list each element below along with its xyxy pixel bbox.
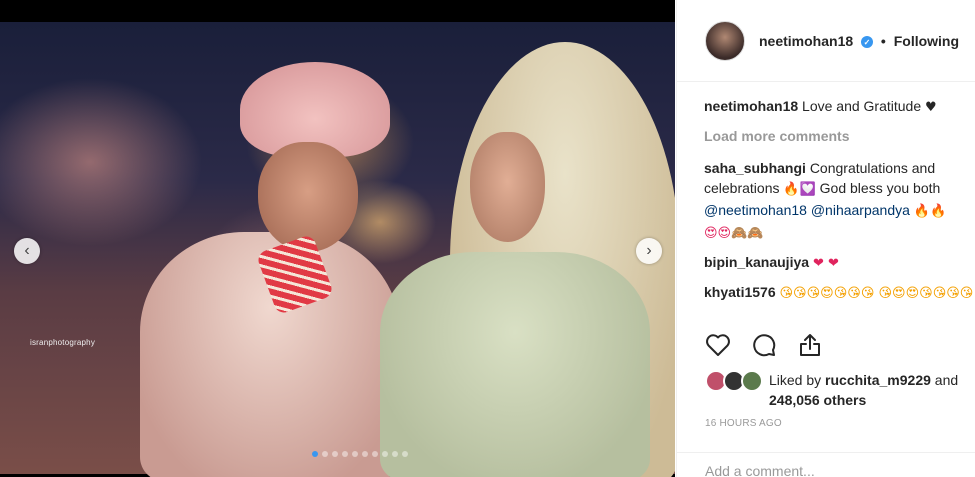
carousel-dot — [362, 451, 368, 457]
avatar[interactable] — [705, 20, 745, 61]
photo-watermark: isranphotography — [30, 338, 96, 347]
comment-text-2: God bless you both — [819, 180, 941, 196]
black-heart-icon: ♥ — [925, 100, 937, 115]
wedding-photo[interactable]: isranphotography — [0, 22, 675, 477]
photo-bride-body — [380, 252, 650, 477]
post-timestamp[interactable]: 16 HOURS AGO — [705, 418, 782, 429]
liked-by-username[interactable]: rucchita_m9229 — [825, 372, 931, 388]
caption-text: Love and Gratitude — [802, 98, 922, 114]
mention-link[interactable]: @nihaarpandya — [811, 202, 910, 218]
share-icon — [800, 334, 820, 356]
carousel-dot — [312, 451, 318, 457]
share-button[interactable] — [795, 330, 825, 360]
carousel-next-button[interactable]: › — [636, 238, 662, 264]
caption-username[interactable]: neetimohan18 — [704, 98, 798, 114]
likes-count[interactable]: 248,056 others — [769, 392, 866, 408]
mention-link[interactable]: @neetimohan18 — [704, 202, 807, 218]
chevron-left-icon: ‹ — [24, 242, 30, 259]
comment-item: saha_subhangi Congratulations and celebr… — [704, 158, 975, 244]
post-header: neetimohan18 ✓ • Following — [677, 0, 975, 82]
comment-username[interactable]: bipin_kanaujiya — [704, 254, 809, 270]
fire-emoji-icon: 🔥🔥 — [913, 204, 947, 219]
comment-item: bipin_kanaujiya ❤ ❤ — [704, 252, 975, 274]
photo-bride-face — [470, 132, 545, 242]
avatar[interactable] — [741, 370, 763, 392]
heart-icon — [706, 334, 730, 356]
carousel-dot — [392, 451, 398, 457]
carousel-dot — [352, 451, 358, 457]
post-media[interactable]: isranphotography ‹ › — [0, 0, 675, 477]
verified-badge-icon: ✓ — [861, 36, 874, 48]
heart-decoration-emoji-icon: 💟 — [799, 182, 816, 197]
comment-username[interactable]: khyati1576 — [704, 284, 776, 300]
header-username[interactable]: neetimohan18 — [759, 33, 853, 49]
carousel-prev-button[interactable]: ‹ — [14, 238, 40, 264]
comment-item: khyati1576 😘😘😘😍😘😘😘 😘😍😍😘😘😘😘 — [704, 282, 975, 304]
post-side-panel: neetimohan18 ✓ • Following neetimohan18 … — [676, 0, 975, 477]
carousel-dot — [402, 451, 408, 457]
comment-button[interactable] — [749, 330, 779, 360]
header-separator: • — [880, 32, 886, 49]
post-actions — [703, 330, 825, 360]
liker-avatars — [705, 370, 767, 394]
comment-username[interactable]: saha_subhangi — [704, 160, 806, 176]
comment-input[interactable]: Add a comment... — [677, 452, 975, 477]
liked-by-prefix: Liked by — [769, 372, 822, 388]
comments-list: neetimohan18 Love and Gratitude ♥ Load m… — [704, 96, 975, 312]
header-username-row: neetimohan18 ✓ • Following — [759, 33, 959, 49]
following-button[interactable]: Following — [894, 33, 959, 49]
caption: neetimohan18 Love and Gratitude ♥ — [704, 96, 975, 118]
kiss-emoji-icon: 😘😘😘😍😘😘😘 😘😍😍😘😘😘😘 — [779, 286, 974, 301]
likes-summary: Liked by rucchita_m9229 and 248,056 othe… — [705, 370, 975, 410]
heart-eyes-emoji-icon: 😍😍🙈🙈 — [704, 226, 764, 241]
carousel-dot — [382, 451, 388, 457]
carousel-dot — [372, 451, 378, 457]
carousel-dot — [332, 451, 338, 457]
like-button[interactable] — [703, 330, 733, 360]
carousel-indicator — [312, 451, 408, 457]
red-heart-emoji-icon: ❤ ❤ — [812, 256, 839, 271]
fire-emoji-icon: 🔥 — [783, 182, 800, 197]
comment-icon — [753, 334, 776, 357]
carousel-dot — [322, 451, 328, 457]
liked-by-and: and — [934, 372, 959, 388]
carousel-dot — [342, 451, 348, 457]
liked-by-text: Liked by rucchita_m9229 and 248,056 othe… — [769, 370, 975, 410]
load-more-comments-button[interactable]: Load more comments — [704, 126, 975, 146]
chevron-right-icon: › — [646, 242, 652, 259]
